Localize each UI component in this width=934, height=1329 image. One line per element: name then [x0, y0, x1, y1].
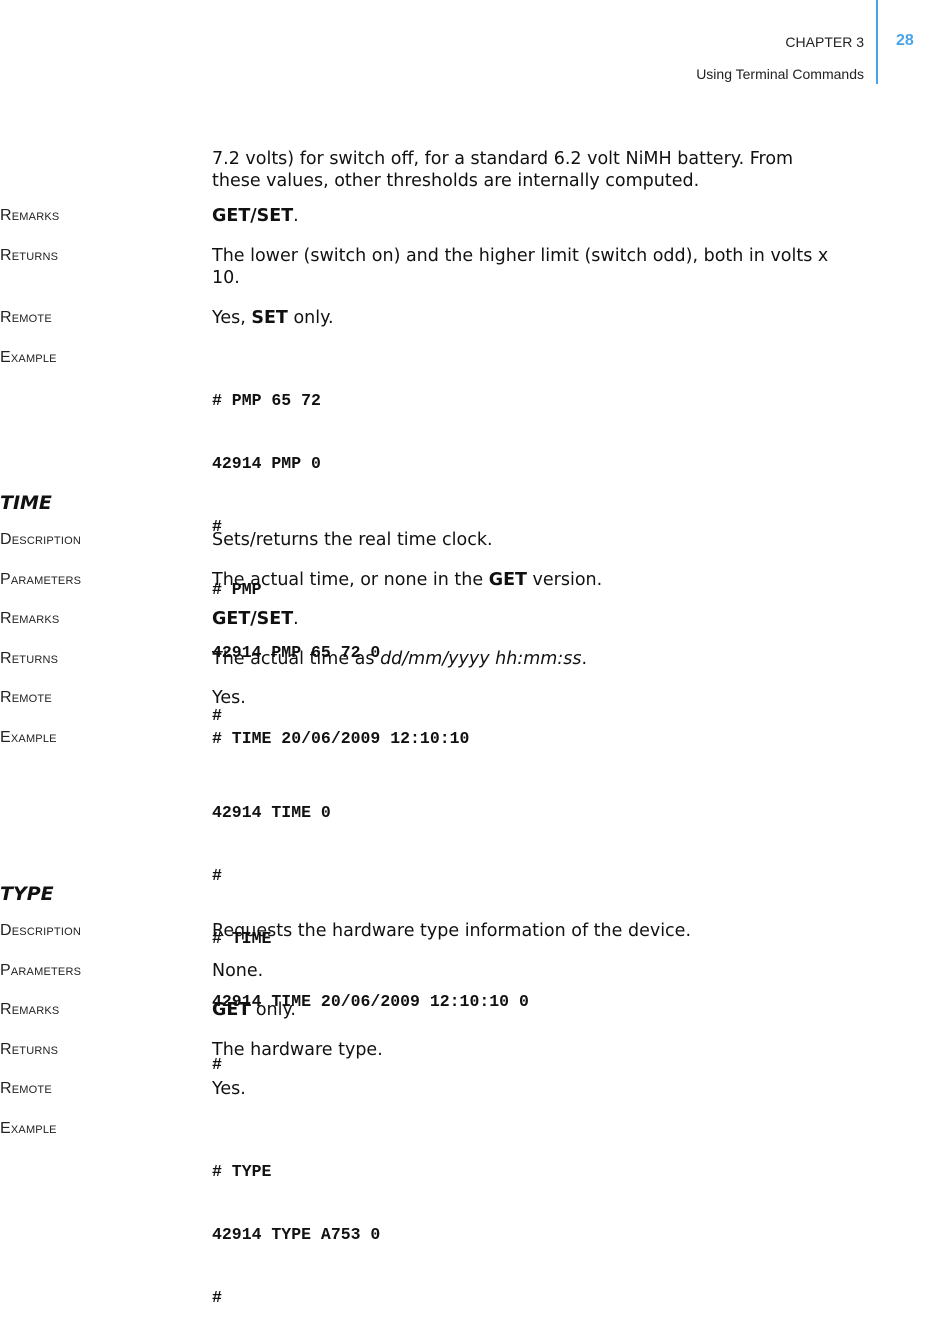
- text: only.: [250, 1000, 296, 1020]
- time-description-value: Sets/returns the real time clock.: [212, 530, 493, 550]
- intro-paragraph: 7.2 volts) for switch off, for a standar…: [212, 148, 882, 192]
- type-example-label: Example: [0, 1120, 57, 1137]
- text: .: [293, 609, 299, 629]
- text: The actual time, or none in the: [212, 570, 489, 590]
- section-title-time: TIME: [0, 492, 52, 514]
- type-description-label: Description: [0, 922, 81, 939]
- chapter-subtitle: Using Terminal Commands: [696, 66, 864, 82]
- bold-text: GET/SET: [212, 609, 294, 629]
- time-remote-value: Yes.: [212, 688, 246, 708]
- bold-text: GET: [488, 570, 527, 590]
- chapter-heading: CHAPTER 3: [785, 34, 864, 50]
- type-description-value: Requests the hardware type information o…: [212, 921, 692, 941]
- intro-line: these values, other thresholds are inter…: [212, 171, 700, 191]
- text: The lower (switch on) and the higher lim…: [212, 246, 829, 266]
- code-line: 42914 TYPE A753 0: [212, 1225, 381, 1244]
- time-parameters-label: Parameters: [0, 571, 82, 588]
- pmp-remarks-label: Remarks: [0, 207, 60, 224]
- page-number: 28: [896, 32, 914, 49]
- text: 10.: [212, 268, 240, 288]
- time-remote-label: Remote: [0, 689, 52, 706]
- type-remote-label: Remote: [0, 1080, 52, 1097]
- type-returns-value: The hardware type.: [212, 1040, 383, 1060]
- code-line: 42914 TIME 0: [212, 803, 331, 822]
- time-description-label: Description: [0, 531, 81, 548]
- code-line: #: [212, 1288, 222, 1307]
- header-divider: [876, 0, 878, 84]
- pmp-remote-value: Yes, SET only.: [212, 307, 882, 329]
- time-remarks-label: Remarks: [0, 610, 60, 627]
- code-line: # PMP 65 72: [212, 391, 321, 410]
- type-remarks-value: GET only.: [212, 999, 882, 1021]
- type-example-code: # TYPE 42914 TYPE A753 0 #: [212, 1119, 380, 1329]
- pmp-returns-label: Returns: [0, 247, 59, 264]
- code-line: 42914 PMP 0: [212, 454, 321, 473]
- code-line: #: [212, 866, 222, 885]
- time-returns-value: The actual time as dd/mm/yyyy hh:mm:ss.: [212, 648, 882, 670]
- time-returns-label: Returns: [0, 650, 59, 667]
- bold-text: GET/SET: [212, 206, 294, 226]
- pmp-remarks-value: GET/SET.: [212, 205, 882, 227]
- text: The actual time as: [212, 649, 381, 669]
- time-example-first-line: # TIME 20/06/2009 12:10:10: [212, 729, 470, 748]
- type-remarks-label: Remarks: [0, 1001, 60, 1018]
- pmp-remote-label: Remote: [0, 309, 52, 326]
- text: version.: [526, 570, 603, 590]
- text: .: [293, 206, 299, 226]
- text: .: [581, 649, 588, 669]
- type-returns-label: Returns: [0, 1041, 59, 1058]
- intro-line: 7.2 volts) for switch off, for a standar…: [212, 149, 794, 169]
- italic-text: dd/mm/yyyy hh:mm:ss: [380, 649, 582, 669]
- time-remarks-value: GET/SET.: [212, 608, 882, 630]
- bold-text: GET: [212, 1000, 251, 1020]
- time-parameters-value: The actual time, or none in the GET vers…: [212, 569, 882, 591]
- text: Yes,: [212, 308, 252, 328]
- section-title-type: TYPE: [0, 883, 54, 905]
- time-example-label: Example: [0, 729, 57, 746]
- pmp-example-label: Example: [0, 349, 57, 366]
- pmp-returns-value: The lower (switch on) and the higher lim…: [212, 245, 882, 289]
- bold-text: SET: [251, 308, 288, 328]
- type-remote-value: Yes.: [212, 1079, 246, 1099]
- type-parameters-label: Parameters: [0, 962, 82, 979]
- text: only.: [287, 308, 334, 328]
- type-parameters-value: None.: [212, 961, 264, 981]
